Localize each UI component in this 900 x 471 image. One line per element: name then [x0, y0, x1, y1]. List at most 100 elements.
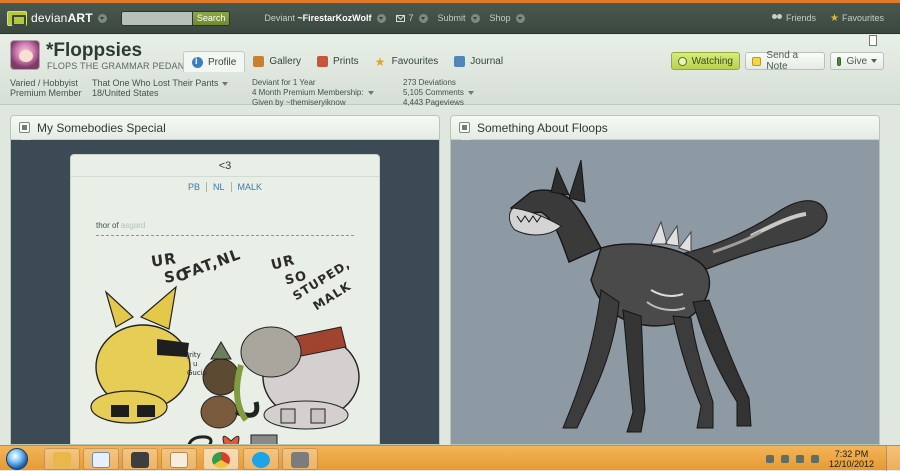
tab-gallery[interactable]: Gallery	[245, 51, 309, 72]
premium-text: 4 Month Premium Membership:	[252, 88, 364, 97]
search-button[interactable]: Search	[191, 11, 230, 25]
give-icon	[837, 56, 842, 66]
media-player-icon	[92, 452, 110, 468]
start-button[interactable]	[6, 448, 28, 470]
tab-journal[interactable]: Journal	[446, 51, 511, 72]
panel-header: Something About Floops	[451, 116, 879, 140]
tab-label: Favourites	[391, 56, 439, 67]
shop-chevron-icon	[515, 13, 525, 23]
tab-label: Profile	[208, 56, 237, 68]
search-box: Search	[120, 10, 231, 26]
taskbar-wolf-app[interactable]	[282, 448, 318, 470]
app-icon	[291, 452, 309, 468]
bio-text: That One Who Lost Their Pants	[92, 78, 219, 88]
skype-icon	[252, 452, 270, 468]
chevron-down-icon	[367, 90, 374, 95]
give-label: Give	[846, 55, 867, 67]
panel-header: My Somebodies Special	[11, 116, 439, 140]
give-button[interactable]: Give	[830, 52, 884, 70]
search-input[interactable]	[121, 11, 192, 25]
member-type: Varied / Hobbyist Premium Member	[10, 78, 85, 98]
tab-favourites[interactable]: ★ Favourites	[367, 51, 447, 72]
envelope-icon	[395, 14, 405, 22]
friends-label: Friends	[785, 13, 816, 23]
pageviews-count: 4,443 Pageviews	[403, 98, 464, 107]
profile-stats[interactable]: 273 Deviations 5,105 Comments 4,443 Page…	[403, 78, 493, 108]
taskbar-movie-maker[interactable]	[122, 448, 158, 470]
taskbar-paint[interactable]	[161, 448, 197, 470]
panel-body	[451, 140, 880, 445]
card-title: <3	[71, 155, 379, 177]
submit-label: Submit	[437, 13, 466, 23]
note-icon	[752, 56, 762, 66]
tab-label: Gallery	[269, 56, 302, 67]
scribble-text: u	[193, 360, 198, 368]
link-malk[interactable]: MALK	[230, 182, 269, 192]
gallery-icon	[253, 56, 265, 67]
shop-label: Shop	[489, 13, 511, 23]
send-note-button[interactable]: Send a Note	[745, 50, 825, 72]
profile-tabs: Profile Gallery Prints ★ Favourites Journ…	[183, 51, 511, 72]
avatar[interactable]	[10, 40, 40, 70]
logo-menu-chevron-icon[interactable]	[97, 13, 107, 23]
favourites-label: Favourites	[841, 13, 884, 23]
scribble-text: Gucio	[187, 369, 207, 377]
user-prefix: Deviant	[264, 13, 295, 23]
show-desktop-button[interactable]	[886, 446, 900, 471]
watch-icon	[678, 56, 687, 66]
friends-icon	[771, 13, 782, 23]
chevron-down-icon	[871, 59, 877, 63]
flag-icon[interactable]	[780, 454, 789, 463]
profile-username[interactable]: *Floppsies	[46, 40, 142, 62]
tray-expand-icon[interactable]	[765, 454, 774, 463]
tab-label: Prints	[333, 56, 359, 67]
network-icon[interactable]	[795, 454, 804, 463]
tab-label: Journal	[470, 56, 504, 67]
panel-title: My Somebodies Special	[37, 120, 166, 135]
user-menu[interactable]: Deviant ~FirestarKozWolf	[264, 13, 386, 23]
volume-icon[interactable]	[810, 454, 819, 463]
deviant-for-text: Deviant for 1 Year	[252, 78, 316, 87]
tab-profile[interactable]: Profile	[183, 51, 246, 72]
deviantart-logo[interactable]: devianART	[7, 10, 93, 26]
chrome-icon	[212, 452, 230, 468]
location-text: 18/United States	[92, 88, 159, 98]
panel-body: <3 PB NL MALK thor of asgard UR SO FAT,N…	[11, 140, 439, 444]
link-nl[interactable]: NL	[205, 182, 231, 192]
send-note-label: Send a Note	[766, 50, 799, 72]
membership-details[interactable]: Deviant for 1 Year 4 Month Premium Membe…	[252, 78, 392, 108]
link-pb[interactable]: PB	[182, 182, 206, 192]
chevron-down-icon	[467, 90, 474, 95]
panel-menu-icon[interactable]	[19, 122, 30, 133]
taskbar-explorer[interactable]	[44, 448, 80, 470]
messages-count: 7	[408, 13, 414, 23]
tab-prints[interactable]: Prints	[309, 51, 367, 72]
taskbar-media-player[interactable]	[83, 448, 119, 470]
clock-date: 12/10/2012	[828, 458, 874, 469]
paint-icon	[170, 452, 188, 468]
friends-link[interactable]: Friends	[771, 13, 816, 23]
panel-menu-icon[interactable]	[459, 122, 470, 133]
comments-count: 5,105 Comments	[403, 88, 464, 97]
messages-chevron-icon	[418, 13, 428, 23]
member-type-text: Varied / Hobbyist	[10, 78, 78, 88]
bio-summary[interactable]: That One Who Lost Their Pants 18/United …	[92, 78, 237, 98]
somebodies-special-panel: My Somebodies Special <3 PB NL MALK thor…	[10, 115, 440, 445]
taskbar-skype[interactable]	[243, 448, 279, 470]
messages-menu[interactable]: 7	[395, 13, 428, 23]
taskbar-chrome[interactable]	[203, 448, 239, 470]
profile-header: *Floppsies FLOPS THE GRAMMAR PEDANT Prof…	[0, 35, 900, 108]
watching-button[interactable]: Watching	[671, 52, 740, 70]
journal-icon	[454, 56, 466, 67]
hammer-icon	[250, 434, 278, 444]
sticky-pin-icon[interactable]	[869, 35, 877, 46]
shop-menu[interactable]: Shop	[490, 13, 525, 23]
watching-label: Watching	[691, 55, 733, 67]
heart-icon	[222, 435, 240, 444]
membership-text: Premium Member	[10, 88, 82, 98]
clock[interactable]: 7:32 PM 12/10/2012	[829, 449, 874, 469]
wolf-artwork[interactable]	[451, 140, 880, 445]
submit-menu[interactable]: Submit	[438, 13, 480, 23]
special-card: <3 PB NL MALK thor of asgard UR SO FAT,N…	[70, 154, 380, 444]
favourites-link[interactable]: ★ Favourites	[830, 13, 884, 24]
